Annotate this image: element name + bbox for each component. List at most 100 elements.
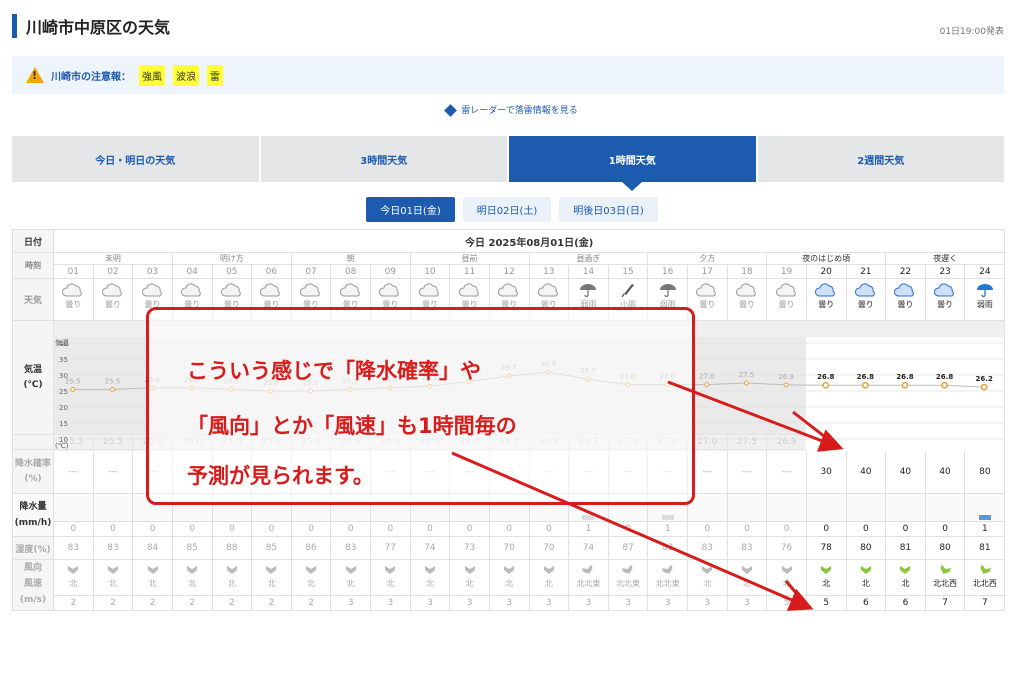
wind-arrow-icon [266, 566, 277, 574]
cloud-icon [101, 283, 122, 297]
tab-1hour[interactable]: 1時間天気 [509, 136, 758, 191]
wind-dir-text: 北北西 [972, 579, 997, 588]
day-button-today[interactable]: 今日01日(金) [366, 197, 455, 222]
hour-cell: 16 [647, 264, 688, 279]
cloud-icon [418, 283, 439, 297]
wind-dir-text: 北北東 [576, 579, 601, 588]
cloud-icon [934, 283, 954, 297]
wind-arrow-icon [661, 565, 673, 574]
cloud-icon [894, 283, 915, 297]
wind-arrow-icon [464, 566, 475, 574]
wind-dir-text: 北 [782, 579, 791, 588]
hour-cell: 01 [53, 264, 94, 279]
weather-label: 曇り [65, 300, 82, 309]
hour-cell: 03 [132, 264, 173, 279]
wind-cell: 北 [885, 559, 926, 596]
radar-link[interactable]: 雷レーダーで落雷情報を見る [0, 103, 1024, 117]
wind-cell: 北 [53, 559, 94, 596]
hour-cell: 11 [449, 264, 490, 279]
hour-cell: 18 [726, 264, 768, 279]
pop-cell: 40 [885, 449, 926, 494]
wind-cell: 北 [726, 559, 768, 596]
precip-value: 0 [766, 521, 807, 537]
tab-today-tomorrow[interactable]: 今日・明日の天気 [12, 136, 261, 182]
alert-chip[interactable]: 強風 [139, 64, 165, 86]
wind-arrow-icon [900, 566, 911, 574]
day-selector: 今日01日(金) 明日02日(土) 明後日03日(日) [0, 197, 1024, 222]
hour-cell: 19 [766, 264, 807, 279]
precip-unit: (mm/h) [14, 518, 52, 528]
wind-cell: 北北東 [647, 559, 688, 596]
humidity-cell: 80 [924, 536, 966, 560]
wind-arrow-icon [582, 565, 594, 574]
precip-value: 0 [449, 521, 490, 537]
wind-dir-text: 北北西 [933, 579, 958, 588]
precip-value: 0 [132, 521, 173, 537]
alert-chip[interactable]: 雷 [207, 64, 223, 86]
alert-banner: 川崎市の注意報： 強風 波浪 雷 [12, 56, 1004, 94]
radar-link-text[interactable]: 雷レーダーで落雷情報を見る [461, 106, 577, 116]
temp-point [783, 382, 789, 388]
wind-arrow-icon [424, 566, 435, 574]
cloud-icon [141, 283, 162, 297]
precip-bar-cell [924, 493, 966, 522]
temp-data-label: 25.5 [65, 377, 81, 385]
precip-bar-cell [766, 493, 807, 522]
precip-value: 0 [92, 521, 134, 537]
tab-3hour[interactable]: 3時間天気 [260, 136, 509, 182]
tab-2week[interactable]: 2週間天気 [757, 136, 1004, 182]
temp-point [704, 382, 710, 388]
pop-cell: --- [766, 449, 807, 494]
wind-speed-cell: 2 [290, 595, 332, 611]
weather-cell: 曇り [92, 278, 134, 321]
precip-value: 0 [211, 521, 253, 537]
temp-tick-label: 20 [59, 404, 68, 412]
wind-dir-text: 北 [307, 579, 316, 588]
wind-cell: 北 [687, 559, 728, 596]
temp-point [70, 386, 76, 392]
wind-dir-label: 風向 [23, 563, 42, 573]
time-band: 明け方 [171, 252, 292, 265]
wind-dir-text: 北 [108, 579, 117, 588]
humidity-cell: 78 [805, 536, 847, 560]
day-button-tomorrow[interactable]: 明日02日(土) [462, 197, 552, 222]
humidity-cell: 73 [449, 536, 490, 560]
umbrella-icon [976, 284, 993, 297]
precip-value: 0 [488, 521, 530, 537]
precip-value: 0 [330, 521, 371, 537]
temp-data-label: 26.9 [778, 373, 794, 381]
wind-cell: 北 [449, 559, 490, 596]
day-button-day-after[interactable]: 明後日03日(日) [559, 197, 658, 222]
wind-arrow-icon [821, 566, 832, 574]
cloud-icon [775, 283, 796, 297]
wind-speed-cell: 2 [53, 595, 94, 611]
precip-bar-cell [726, 493, 768, 522]
time-band: 昼過ぎ [528, 252, 649, 265]
temp-point [109, 386, 115, 392]
wind-arrow-icon [147, 566, 158, 574]
precip-value: 0 [845, 521, 887, 537]
page-header: 川崎市中原区の天気 [12, 14, 170, 38]
wind-speed-cell: 2 [211, 595, 253, 611]
humidity-cell: 85 [171, 536, 213, 560]
humidity-cell: 83 [92, 536, 134, 560]
wind-speed-cell: 3 [647, 595, 688, 611]
wind-speed-cell: 3 [409, 595, 451, 611]
pop-cell: --- [92, 449, 134, 494]
weather-cell: 弱雨 [964, 278, 1006, 321]
temp-unit: (℃) [23, 379, 43, 390]
wind-speed-cell: 3 [330, 595, 371, 611]
annotation-line: こういう感じで「降水確率」や [187, 359, 481, 383]
precip-value: 0 [885, 521, 926, 537]
annotation-box: こういう感じで「降水確率」や 「風向」とか「風速」も1時間毎の 予測が見られます… [146, 307, 695, 505]
wind-cell: 北 [805, 559, 847, 596]
hour-cell: 17 [687, 264, 728, 279]
wind-cell: 北 [171, 559, 213, 596]
precip-bar-cell [92, 493, 134, 522]
wind-dir-text: 北 [188, 579, 197, 588]
wind-arrow-icon [187, 566, 198, 574]
time-band: 未明 [53, 252, 173, 265]
alert-chip[interactable]: 波浪 [173, 64, 199, 86]
wind-arrow-icon [226, 566, 237, 574]
time-band: 昼前 [409, 252, 530, 265]
